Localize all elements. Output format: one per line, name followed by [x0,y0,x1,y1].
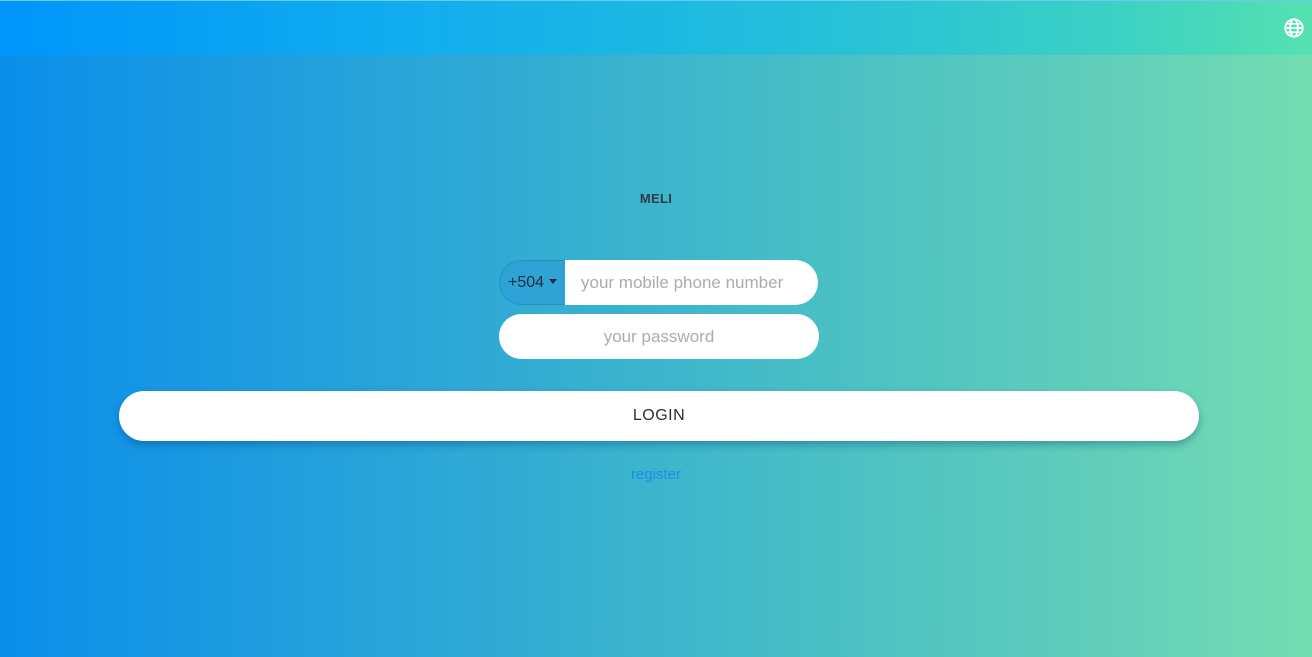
language-button[interactable] [1283,17,1305,39]
caret-down-icon [549,279,558,284]
top-bar [0,0,1312,55]
register-link[interactable]: register [0,466,1312,483]
phone-number-input[interactable] [565,260,818,305]
login-button[interactable]: LOGIN [119,391,1199,441]
country-code-label: +504 [507,273,545,291]
password-input[interactable] [499,314,819,359]
phone-input-group: +504 [499,260,818,305]
login-page: MELI +504 LOGIN register [0,0,1312,657]
country-code-dropdown[interactable]: +504 [499,260,565,305]
brand-title: MELI [639,191,673,206]
globe-icon [1284,18,1304,38]
